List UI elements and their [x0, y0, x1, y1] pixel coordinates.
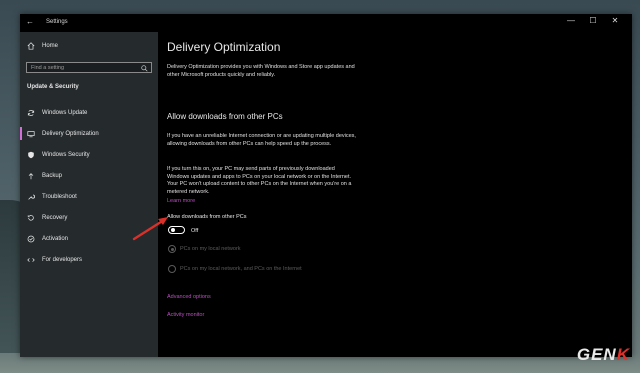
home-link[interactable]: Home — [27, 42, 58, 50]
sidebar-item-label: Backup — [42, 172, 63, 179]
search-input[interactable]: Find a setting — [26, 62, 152, 73]
watermark-text: GEN — [576, 345, 617, 364]
window-title: Settings — [46, 19, 68, 25]
wrench-icon — [28, 194, 35, 200]
section-title: Update & Security — [27, 84, 79, 90]
section-heading: Allow downloads from other PCs — [167, 112, 283, 121]
learn-more-link[interactable]: Learn more — [167, 198, 195, 204]
sidebar-item-label: Delivery Optimization — [42, 130, 99, 137]
sidebar-item-label: Windows Update — [42, 109, 88, 116]
toggle-state: Off — [191, 228, 199, 234]
genk-watermark: GENK — [577, 345, 630, 365]
sidebar-item-label: Windows Security — [42, 151, 90, 158]
shield-icon — [28, 151, 34, 158]
sidebar-item-backup[interactable]: Backup — [20, 165, 158, 186]
sync-icon — [27, 109, 35, 116]
search-placeholder: Find a setting — [31, 65, 65, 71]
sidebar-item-label: Activation — [42, 235, 69, 242]
minimize-icon[interactable]: — — [560, 16, 582, 25]
sidebar-item-windows-security[interactable]: Windows Security — [20, 144, 158, 165]
radio-local-and-internet[interactable] — [168, 265, 176, 273]
close-icon[interactable]: ✕ — [604, 16, 626, 25]
sidebar-item-delivery-optimization[interactable]: Delivery Optimization — [20, 123, 158, 144]
sidebar: Home Find a setting Update & Security Wi… — [20, 32, 158, 357]
toggle-label: Allow downloads from other PCs — [167, 214, 247, 220]
back-arrow-icon[interactable]: ← — [26, 17, 34, 26]
annotation-arrow-icon — [132, 217, 168, 241]
sidebar-item-troubleshoot[interactable]: Troubleshoot — [20, 186, 158, 207]
title-bar: ← Settings — ☐ ✕ — [20, 14, 632, 32]
home-icon — [27, 42, 35, 50]
developer-icon — [27, 257, 35, 262]
settings-window: ← Settings — ☐ ✕ Home Find a setting Upd… — [20, 14, 632, 357]
window-controls: — ☐ ✕ — [560, 16, 626, 25]
search-icon — [141, 65, 148, 72]
check-circle-icon — [27, 235, 35, 242]
radio-local-network-label: PCs on my local network — [180, 246, 241, 252]
intro-text: Delivery Optimization provides you with … — [167, 64, 355, 78]
home-label: Home — [42, 43, 59, 49]
description-text: If you have an unreliable Internet conne… — [167, 133, 356, 147]
backup-arrow-icon — [28, 172, 34, 179]
upload-info-text: If you turn this on, your PC may send pa… — [167, 166, 352, 195]
watermark-accent: K — [616, 345, 630, 364]
sidebar-item-label: For developers — [42, 256, 83, 263]
page-title: Delivery Optimization — [167, 40, 281, 54]
sidebar-nav: Windows Update Delivery Optimization Win… — [20, 102, 158, 270]
sidebar-item-label: Recovery — [42, 214, 68, 221]
sidebar-item-for-developers[interactable]: For developers — [20, 249, 158, 270]
recovery-icon — [27, 214, 34, 221]
sidebar-item-label: Troubleshoot — [42, 193, 77, 200]
activity-monitor-link[interactable]: Activity monitor — [167, 312, 204, 318]
maximize-icon[interactable]: ☐ — [582, 16, 604, 25]
delivery-icon — [27, 130, 35, 137]
radio-local-network[interactable] — [168, 245, 176, 253]
advanced-options-link[interactable]: Advanced options — [167, 294, 211, 300]
radio-local-and-internet-label: PCs on my local network, and PCs on the … — [180, 266, 302, 272]
sidebar-item-windows-update[interactable]: Windows Update — [20, 102, 158, 123]
main-content: Delivery Optimization Delivery Optimizat… — [158, 32, 632, 357]
